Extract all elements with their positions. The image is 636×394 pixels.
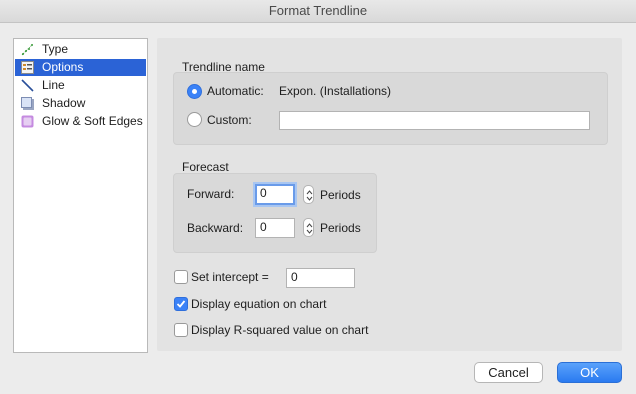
forward-stepper[interactable] xyxy=(303,185,314,204)
custom-radio[interactable] xyxy=(187,112,202,127)
sidebar-item-shadow[interactable]: Shadow xyxy=(15,95,146,112)
line-icon xyxy=(21,79,34,92)
intercept-input[interactable]: 0 xyxy=(286,268,355,288)
sidebar-item-line[interactable]: Line xyxy=(15,77,146,94)
options-list-icon xyxy=(21,61,34,74)
trendline-type-icon xyxy=(21,43,34,56)
category-sidebar: Type Options Line Shadow Glow & Soft Edg… xyxy=(13,38,148,353)
automatic-label: Automatic: xyxy=(207,84,264,98)
forward-input[interactable]: 0 xyxy=(255,184,295,205)
sidebar-item-glow[interactable]: Glow & Soft Edges xyxy=(15,113,146,130)
display-equation-checkbox[interactable] xyxy=(174,297,188,311)
cancel-button[interactable]: Cancel xyxy=(474,362,543,383)
checkmark-icon xyxy=(176,300,186,308)
sidebar-item-label: Line xyxy=(42,78,65,92)
trendline-name-group xyxy=(173,72,608,145)
sidebar-item-label: Type xyxy=(42,42,69,56)
shadow-icon xyxy=(21,97,34,110)
ok-button[interactable]: OK xyxy=(557,362,622,383)
display-equation-label: Display equation on chart xyxy=(191,297,327,311)
custom-name-input[interactable] xyxy=(279,111,590,130)
set-intercept-checkbox[interactable] xyxy=(174,270,188,284)
sidebar-item-options[interactable]: Options xyxy=(15,59,146,76)
forward-periods-label: Periods xyxy=(320,188,361,202)
glow-icon xyxy=(21,115,34,128)
display-rsquared-checkbox[interactable] xyxy=(174,323,188,337)
backward-label: Backward: xyxy=(187,221,244,235)
backward-periods-label: Periods xyxy=(320,221,361,235)
stepper-arrows-icon xyxy=(306,190,313,201)
set-intercept-label: Set intercept = xyxy=(191,270,269,284)
sidebar-item-label: Glow & Soft Edges xyxy=(42,114,143,128)
window-title: Format Trendline xyxy=(0,0,636,23)
sidebar-item-label: Options xyxy=(42,60,84,74)
forecast-heading: Forecast xyxy=(182,160,229,174)
sidebar-item-label: Shadow xyxy=(42,96,86,110)
backward-stepper[interactable] xyxy=(303,218,314,237)
custom-label: Custom: xyxy=(207,113,252,127)
stepper-arrows-icon xyxy=(306,223,313,234)
forward-label: Forward: xyxy=(187,187,235,201)
automatic-name-value: Expon. (Installations) xyxy=(279,84,392,98)
sidebar-item-type[interactable]: Type xyxy=(15,41,146,58)
backward-input[interactable]: 0 xyxy=(255,218,295,238)
automatic-radio[interactable] xyxy=(187,84,202,99)
display-rsquared-label: Display R-squared value on chart xyxy=(191,323,369,337)
